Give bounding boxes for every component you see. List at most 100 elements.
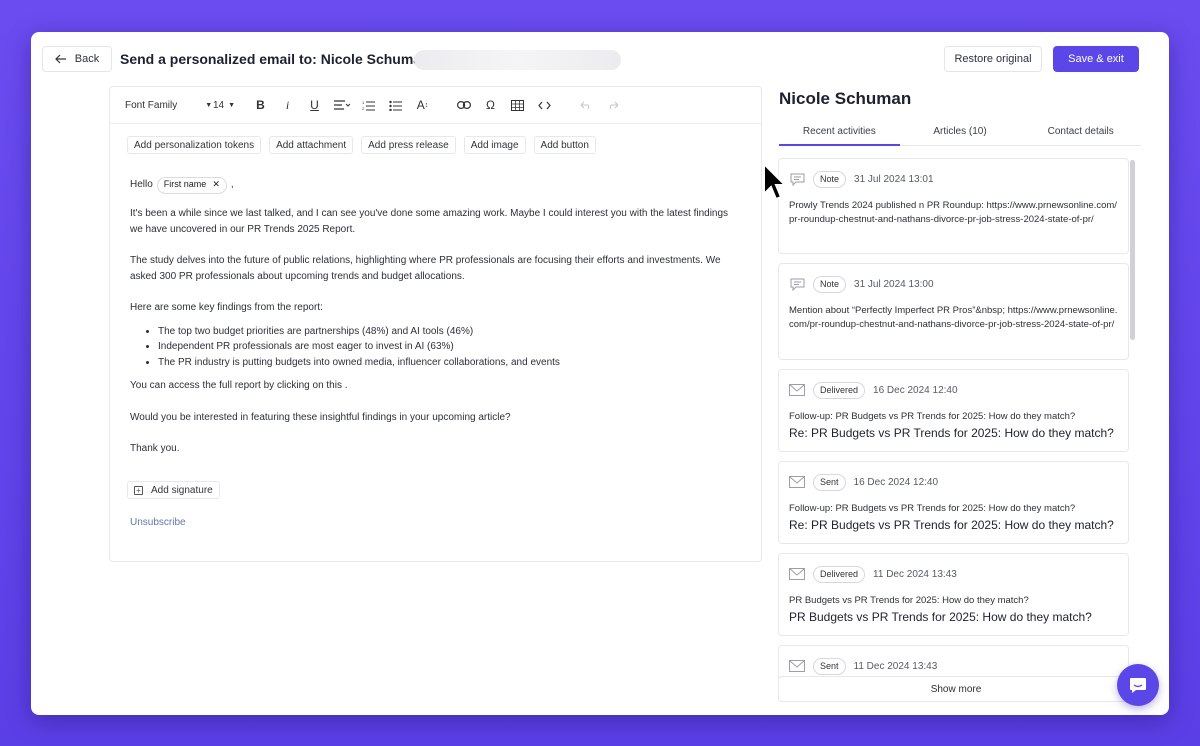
greeting-line: Hello First name ✕ , <box>130 176 740 194</box>
redacted-email <box>414 50 621 70</box>
unsubscribe-link[interactable]: Unsubscribe <box>130 517 186 528</box>
add-button-button[interactable]: Add button <box>533 136 596 154</box>
activity-date: 31 Jul 2024 13:00 <box>854 278 934 290</box>
font-family-label: Font Family <box>125 99 178 111</box>
greeting-text: Hello <box>130 179 153 191</box>
paragraph-2: The study delves into the future of publ… <box>130 255 721 282</box>
insert-buttons-row: Add personalization tokens Add attachmen… <box>127 136 596 154</box>
mail-icon <box>789 475 805 489</box>
bullet-list-icon[interactable] <box>382 95 409 115</box>
italic-icon[interactable]: i <box>274 95 301 115</box>
activity-list[interactable]: Note 31 Jul 2024 13:01 Prowly Trends 202… <box>778 158 1129 682</box>
greeting-suffix: , <box>230 179 234 191</box>
activity-card[interactable]: Note 31 Jul 2024 13:01 Prowly Trends 202… <box>778 158 1129 254</box>
activity-date: 11 Dec 2024 13:43 <box>853 660 938 672</box>
activity-scrollbar[interactable] <box>1130 160 1135 340</box>
email-body[interactable]: Hello First name ✕ , It's been a while s… <box>130 176 740 473</box>
link-icon[interactable] <box>450 95 477 115</box>
email-composer-window: Back Send a personalized email to: Nicol… <box>31 32 1169 715</box>
activity-date: 16 Dec 2024 12:40 <box>873 384 958 396</box>
chat-icon <box>1130 678 1146 693</box>
email-editor[interactable]: Font Family ▼ 14 ▼ B i U 12 A ↕ Ω Add pe… <box>109 86 762 562</box>
contact-name: Nicole Schuman <box>779 89 912 108</box>
note-icon <box>789 172 805 186</box>
add-press-release-button[interactable]: Add press release <box>361 136 456 154</box>
caret-down-icon: ▼ <box>205 101 213 109</box>
add-image-button[interactable]: Add image <box>463 136 526 154</box>
omega-icon[interactable]: Ω <box>477 95 504 115</box>
redo-icon[interactable] <box>599 95 626 115</box>
back-button[interactable]: Back <box>42 46 112 72</box>
first-name-token[interactable]: First name ✕ <box>156 176 227 194</box>
mail-icon <box>789 567 805 581</box>
list-item: The top two budget priorities are partne… <box>158 324 740 340</box>
mail-icon <box>789 659 805 673</box>
contact-tabs: Recent activities Articles (10) Contact … <box>779 118 1141 146</box>
back-label: Back <box>74 53 100 65</box>
close-icon[interactable]: ✕ <box>212 177 220 193</box>
table-icon[interactable] <box>504 95 531 115</box>
text-size-icon[interactable]: A ↕ <box>409 95 436 115</box>
svg-text:1: 1 <box>362 100 365 105</box>
activity-text: Follow-up: PR Budgets vs PR Trends for 2… <box>789 503 1076 514</box>
status-badge: Sent <box>813 473 846 491</box>
arrow-left-icon <box>54 54 66 64</box>
add-attachment-button[interactable]: Add attachment <box>269 136 354 154</box>
mouse-cursor-icon <box>763 162 788 201</box>
activity-text: Follow-up: PR Budgets vs PR Trends for 2… <box>789 411 1076 422</box>
activity-date: 16 Dec 2024 12:40 <box>853 476 939 488</box>
caret-down-icon: ▼ <box>228 101 236 109</box>
tab-articles[interactable]: Articles (10) <box>900 118 1021 145</box>
paragraph-1: It's been a while since we last talked, … <box>130 208 729 235</box>
add-signature-button[interactable]: + Add signature <box>127 481 220 499</box>
paragraph-5: Would you be interested in featuring the… <box>130 411 511 423</box>
font-family-select[interactable]: Font Family ▼ <box>125 95 213 115</box>
mail-icon <box>789 383 805 397</box>
font-size-select[interactable]: 14 ▼ <box>213 95 247 115</box>
activity-card[interactable]: Delivered 11 Dec 2024 13:43 PR Budgets v… <box>778 553 1129 636</box>
chat-button[interactable] <box>1117 664 1159 706</box>
activity-card[interactable]: Note 31 Jul 2024 13:00 Mention about “Pe… <box>778 263 1129 360</box>
paragraph-4: You can access the full report by clicki… <box>130 380 348 391</box>
add-personalization-tokens-button[interactable]: Add personalization tokens <box>127 136 262 154</box>
status-badge: Note <box>813 170 847 188</box>
activity-date: 11 Dec 2024 13:43 <box>873 568 957 580</box>
numbered-list-icon[interactable]: 12 <box>355 95 382 115</box>
list-item: The PR industry is putting budgets into … <box>158 355 740 371</box>
svg-text:2: 2 <box>362 106 365 111</box>
activity-subject: PR Budgets vs PR Trends for 2025: How do… <box>789 610 1092 624</box>
findings-list: The top two budget priorities are partne… <box>158 324 740 371</box>
activity-card[interactable]: Sent 16 Dec 2024 12:40 Follow-up: PR Bud… <box>778 461 1129 544</box>
underline-icon[interactable]: U <box>301 95 328 115</box>
activity-text: Mention about “Perfectly Imperfect PR Pr… <box>789 305 1118 330</box>
status-badge: Note <box>813 275 847 293</box>
status-badge: Delivered <box>813 381 866 399</box>
activity-subject: Re: PR Budgets vs PR Trends for 2025: Ho… <box>789 518 1114 532</box>
restore-original-button[interactable]: Restore original <box>944 46 1042 72</box>
list-item: Independent PR professionals are most ea… <box>158 339 740 355</box>
activity-text: PR Budgets vs PR Trends for 2025: How do… <box>789 595 1029 606</box>
code-icon[interactable] <box>531 95 558 115</box>
activity-card[interactable]: Delivered 16 Dec 2024 12:40 Follow-up: P… <box>778 369 1129 452</box>
save-and-exit-button[interactable]: Save & exit <box>1053 46 1139 72</box>
font-size-label: 14 <box>213 99 225 111</box>
activity-subject: Re: PR Budgets vs PR Trends for 2025: Ho… <box>789 426 1114 440</box>
token-label: First name <box>163 179 207 190</box>
page-title: Send a personalized email to: Nicole Sch… <box>120 51 439 67</box>
activity-date: 31 Jul 2024 13:01 <box>854 173 934 185</box>
editor-toolbar: Font Family ▼ 14 ▼ B i U 12 A ↕ Ω <box>110 87 761 124</box>
show-more-button[interactable]: Show more <box>778 676 1134 702</box>
status-badge: Delivered <box>813 565 866 583</box>
plus-square-icon: + <box>134 485 143 495</box>
tab-recent-activities[interactable]: Recent activities <box>779 118 900 146</box>
tab-contact-details[interactable]: Contact details <box>1020 118 1141 145</box>
add-signature-label: Add signature <box>151 484 213 496</box>
align-icon[interactable] <box>328 95 355 115</box>
undo-icon[interactable] <box>572 95 599 115</box>
status-badge: Sent <box>813 657 846 675</box>
activity-text: Prowly Trends 2024 published n PR Roundu… <box>789 200 1117 225</box>
bold-icon[interactable]: B <box>247 95 274 115</box>
paragraph-6: Thank you. <box>130 443 180 454</box>
paragraph-3: Here are some key findings from the repo… <box>130 302 323 313</box>
note-icon <box>789 277 805 291</box>
